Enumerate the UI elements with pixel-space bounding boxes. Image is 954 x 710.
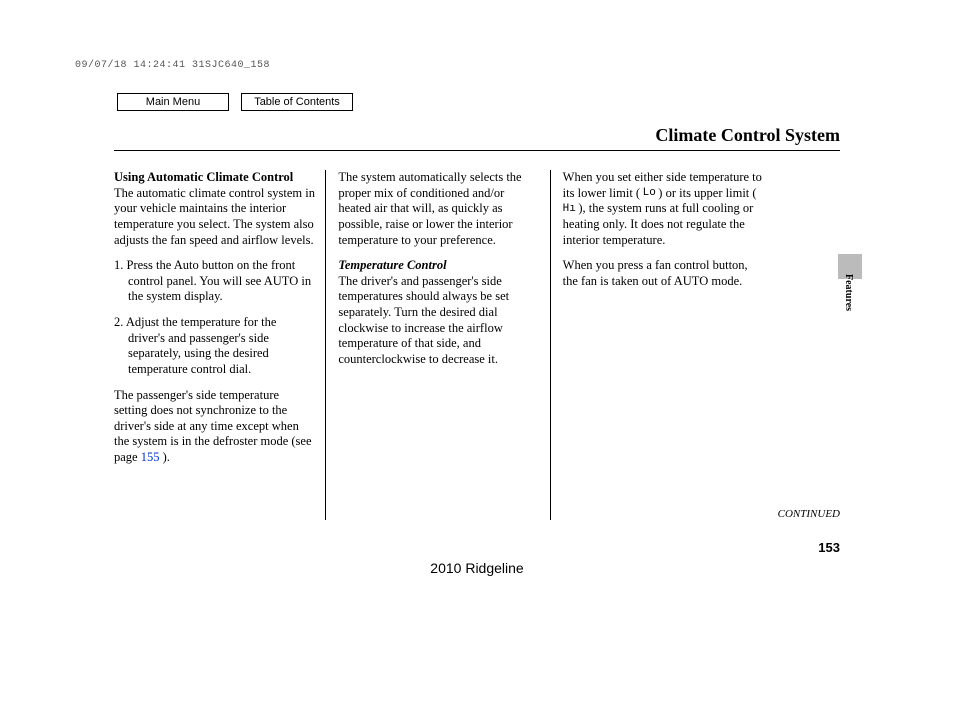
hi-glyph-icon: Hı — [563, 203, 576, 217]
fan-button-paragraph: When you press a fan control button, the… — [563, 258, 764, 289]
auto-mix-paragraph: The system automatically selects the pro… — [338, 170, 539, 248]
limit-paragraph: When you set either side temperature to … — [563, 170, 764, 248]
title-rule — [114, 150, 840, 151]
header-timestamp: 09/07/18 14:24:41 31SJC640_158 — [75, 60, 270, 71]
section-label: Features — [843, 274, 854, 311]
temp-control-text: The driver's and passenger's side temper… — [338, 274, 509, 366]
intro-bold-lead: Using Automatic Climate Control — [114, 170, 293, 184]
step-1: 1. Press the Auto button on the front co… — [114, 258, 315, 305]
step-1-prefix: 1. — [114, 258, 127, 272]
limit-text-b: ) or its upper limit ( — [656, 186, 759, 200]
temp-control-heading: Temperature Control — [338, 258, 446, 272]
step-2-text: Adjust the temperature for the driver's … — [126, 315, 277, 376]
nav-button-row: Main Menu Table of Contents — [117, 93, 353, 111]
step-2: 2. Adjust the temperature for the driver… — [114, 315, 315, 378]
lo-glyph-icon: Lo — [643, 187, 656, 201]
footer-model-year: 2010 Ridgeline — [0, 560, 954, 576]
temp-control-section: Temperature Control The driver's and pas… — [338, 258, 539, 367]
step-2-prefix: 2. — [114, 315, 126, 329]
page-number: 153 — [818, 540, 840, 555]
passenger-sync-note: The passenger's side temperature setting… — [114, 388, 315, 466]
limit-text-c: ), the system runs at full cooling or he… — [563, 201, 754, 246]
note-text-b: ). — [159, 450, 169, 464]
body-columns: Using Automatic Climate Control The auto… — [114, 170, 774, 520]
table-of-contents-button[interactable]: Table of Contents — [241, 93, 353, 111]
column-1: Using Automatic Climate Control The auto… — [114, 170, 325, 520]
continued-label: CONTINUED — [778, 508, 840, 520]
column-2: The system automatically selects the pro… — [325, 170, 549, 520]
intro-paragraph: Using Automatic Climate Control The auto… — [114, 170, 315, 248]
step-1-text: Press the Auto button on the front contr… — [127, 258, 312, 303]
column-3: When you set either side temperature to … — [550, 170, 774, 520]
main-menu-button[interactable]: Main Menu — [117, 93, 229, 111]
intro-text: The automatic climate control system in … — [114, 186, 315, 247]
page-link-155[interactable]: 155 — [141, 450, 160, 464]
page-title: Climate Control System — [655, 125, 840, 146]
